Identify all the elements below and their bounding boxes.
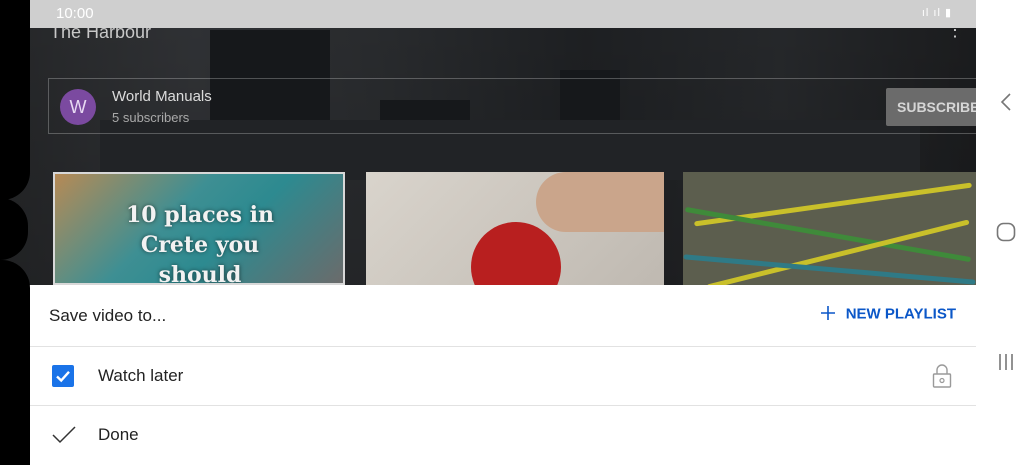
more-options-icon[interactable]: ⋮ <box>946 21 964 46</box>
status-time: 10:00 <box>56 5 94 22</box>
playlist-item-watch-later[interactable]: Watch later <box>29 347 976 406</box>
video-thumbnail-2[interactable] <box>366 172 664 285</box>
new-playlist-button[interactable]: NEW PLAYLIST <box>820 304 956 328</box>
video-thumbnail-1[interactable]: 10 places in Crete you should <box>53 172 345 285</box>
new-playlist-label: NEW PLAYLIST <box>845 305 956 323</box>
screen-bezel <box>0 260 30 465</box>
thumbnail-hand <box>536 172 664 232</box>
thumbnail-overlay-text: 10 places in Crete you should <box>125 202 275 285</box>
watch-later-checkbox[interactable] <box>52 365 74 387</box>
channel-name[interactable]: World Manuals <box>112 88 212 105</box>
sheet-header: Save video to... NEW PLAYLIST <box>29 285 976 347</box>
subscriber-count: 5 subscribers <box>112 110 190 125</box>
back-icon[interactable] <box>1000 92 1012 117</box>
screen-bezel <box>0 0 30 200</box>
thumbnail-red-circle <box>471 222 561 285</box>
lock-icon <box>932 363 952 394</box>
channel-card[interactable]: W World Manuals 5 subscribers SUBSCRIBE <box>48 78 976 134</box>
sheet-title: Save video to... <box>49 306 167 325</box>
done-label: Done <box>98 425 139 444</box>
playlist-item-label: Watch later <box>98 366 184 385</box>
subscribe-button[interactable]: SUBSCRIBE <box>886 88 976 126</box>
plus-icon <box>820 304 838 324</box>
video-thumbnail-3[interactable] <box>683 172 976 285</box>
app-screen: The Harbour ⋮ W World Manuals 5 subscrib… <box>0 0 976 465</box>
done-button[interactable]: Done <box>29 406 976 464</box>
home-icon[interactable] <box>996 222 1016 247</box>
recents-icon[interactable] <box>998 352 1014 377</box>
system-navigation-bar <box>976 0 1034 465</box>
signal-battery-icon: ıl ıl ▮ <box>921 7 952 19</box>
save-to-playlist-sheet: Save video to... NEW PLAYLIST Watch late… <box>29 285 976 465</box>
avatar[interactable]: W <box>60 89 96 125</box>
checkmark-icon <box>52 426 76 449</box>
status-bar: 10:00 ıl ıl ▮ <box>0 0 976 28</box>
